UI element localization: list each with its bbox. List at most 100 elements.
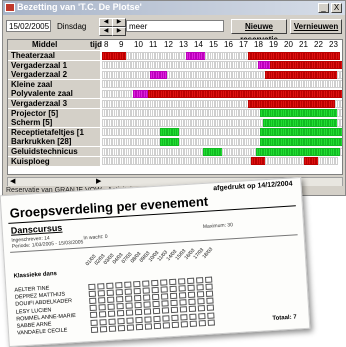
hour-label: 10: [134, 40, 143, 49]
material-slot[interactable]: [339, 137, 342, 146]
attendance-box: [152, 300, 160, 308]
attendance-box: [188, 305, 197, 313]
attendance-box: [124, 288, 132, 295]
hour-label: 9: [119, 40, 124, 49]
free-slot[interactable]: [339, 147, 342, 156]
attendance-box: [153, 315, 161, 322]
attendance-box: [151, 286, 159, 293]
hour-label: 22: [314, 40, 323, 49]
attendance-box: [117, 324, 126, 332]
resource-label[interactable]: Projector [5]: [8, 108, 100, 118]
attendance-box: [169, 292, 178, 300]
attendance-box: [189, 313, 197, 320]
attendance-box: [135, 316, 143, 323]
resource-label[interactable]: Geluidstechnicus: [8, 147, 100, 156]
arrow-left-icon: ◀: [103, 19, 109, 25]
header-middel: Middel: [8, 40, 100, 50]
reserved-slot[interactable]: [342, 61, 343, 69]
hour-label: 20: [284, 40, 293, 49]
attendance-box: [107, 303, 115, 311]
print-date: afgedrukt op 14/12/2004: [213, 180, 293, 193]
free-slot[interactable]: [334, 157, 338, 166]
attendance-box: [115, 281, 123, 288]
report-total: Totaal: 7: [272, 314, 297, 322]
attendance-box: [204, 276, 213, 283]
attendance-box: [88, 283, 96, 290]
attendance-box: [198, 319, 206, 327]
attendance-box: [206, 304, 215, 312]
next-week-button[interactable]: ▶: [112, 27, 126, 36]
attendance-box: [162, 314, 170, 322]
free-slot[interactable]: [339, 99, 342, 108]
scroll-left-icon[interactable]: ◀: [10, 177, 15, 185]
resource-label[interactable]: Scherm [5]: [8, 118, 100, 128]
attendance-box: [152, 308, 161, 315]
attendance-box: [115, 288, 123, 296]
attendance-box: [143, 301, 151, 308]
attendance-box: [98, 311, 107, 318]
search-input[interactable]: meer: [126, 20, 224, 32]
attendance-box: [170, 306, 179, 314]
attendance-box: [88, 290, 96, 297]
arrow-left-icon: ◀: [103, 28, 109, 34]
attendance-box: [142, 294, 151, 301]
hour-label: 21: [299, 40, 308, 49]
hour-label: 12: [164, 40, 173, 49]
attendance-box: [107, 310, 116, 318]
app-icon: [5, 3, 15, 12]
printed-report: afgedrukt op 14/12/2004 Groepsverdeling …: [0, 176, 311, 347]
attendance-box: [124, 280, 132, 288]
resource-label[interactable]: Vergaderzaal 1: [8, 60, 100, 70]
hour-label: 8: [104, 40, 109, 49]
attendance-box: [108, 318, 116, 325]
resource-label[interactable]: Receptietafeltjes [1: [8, 127, 100, 137]
attendance-box: [171, 314, 179, 321]
resource-label[interactable]: Polyvalente zaal: [8, 89, 100, 99]
free-slot[interactable]: [339, 118, 342, 127]
date-field[interactable]: 15/02/2005: [6, 20, 51, 32]
attendance-box: [178, 277, 186, 285]
free-slot[interactable]: [342, 71, 343, 79]
attendance-box: [116, 303, 124, 310]
minimize-button[interactable]: _: [318, 3, 329, 13]
attendance-box: [107, 296, 115, 303]
resource-label[interactable]: Vergaderzaal 2: [8, 70, 100, 80]
attendance-box: [205, 290, 214, 297]
attendance-box: [89, 297, 97, 304]
hour-label: 13: [179, 40, 188, 49]
next-day-button[interactable]: ▶: [112, 18, 126, 27]
attendance-box: [89, 304, 97, 312]
refresh-button[interactable]: Vernieuwen: [290, 19, 342, 34]
attendance-box: [89, 311, 98, 319]
attendance-box: [187, 291, 196, 298]
attendance-box: [98, 297, 106, 304]
resource-label[interactable]: Kleine zaal: [8, 79, 100, 89]
resource-label[interactable]: Kuisploeg: [8, 156, 100, 166]
attendance-box: [98, 304, 106, 311]
free-slot[interactable]: [339, 109, 342, 118]
resource-label[interactable]: Theaterzaal: [8, 51, 100, 60]
prev-week-button[interactable]: ◀: [99, 27, 113, 36]
reserved-slot[interactable]: [342, 90, 343, 98]
scroll-right-icon[interactable]: ▶: [96, 177, 101, 185]
attendance-box: [99, 325, 108, 333]
attendance-box: [207, 319, 215, 326]
free-slot[interactable]: [339, 80, 342, 89]
new-reservation-button[interactable]: Nieuwe reservatie: [231, 19, 287, 44]
attendance-box: [179, 299, 187, 306]
hour-label: 23: [329, 40, 338, 49]
reserved-slot[interactable]: [337, 51, 341, 60]
attendance-box: [161, 307, 170, 314]
attendance-box: [180, 313, 188, 321]
window-title: Bezetting van 'T.C. De Plotse': [17, 2, 142, 12]
close-button[interactable]: X: [331, 3, 342, 13]
attendance-box: [188, 298, 196, 306]
attendance-box: [116, 310, 125, 317]
prev-day-button[interactable]: ◀: [99, 18, 113, 27]
toolbar: 15/02/2005 Dinsdag ◀ ◀ ▶ ▶ meer Nieuwe r…: [3, 17, 345, 44]
resource-label[interactable]: Vergaderzaal 3: [8, 99, 100, 108]
attendance-box: [187, 284, 195, 291]
material-slot[interactable]: [339, 128, 342, 137]
resource-label[interactable]: Barkrukken [28]: [8, 137, 100, 147]
attendance-box: [198, 312, 206, 319]
